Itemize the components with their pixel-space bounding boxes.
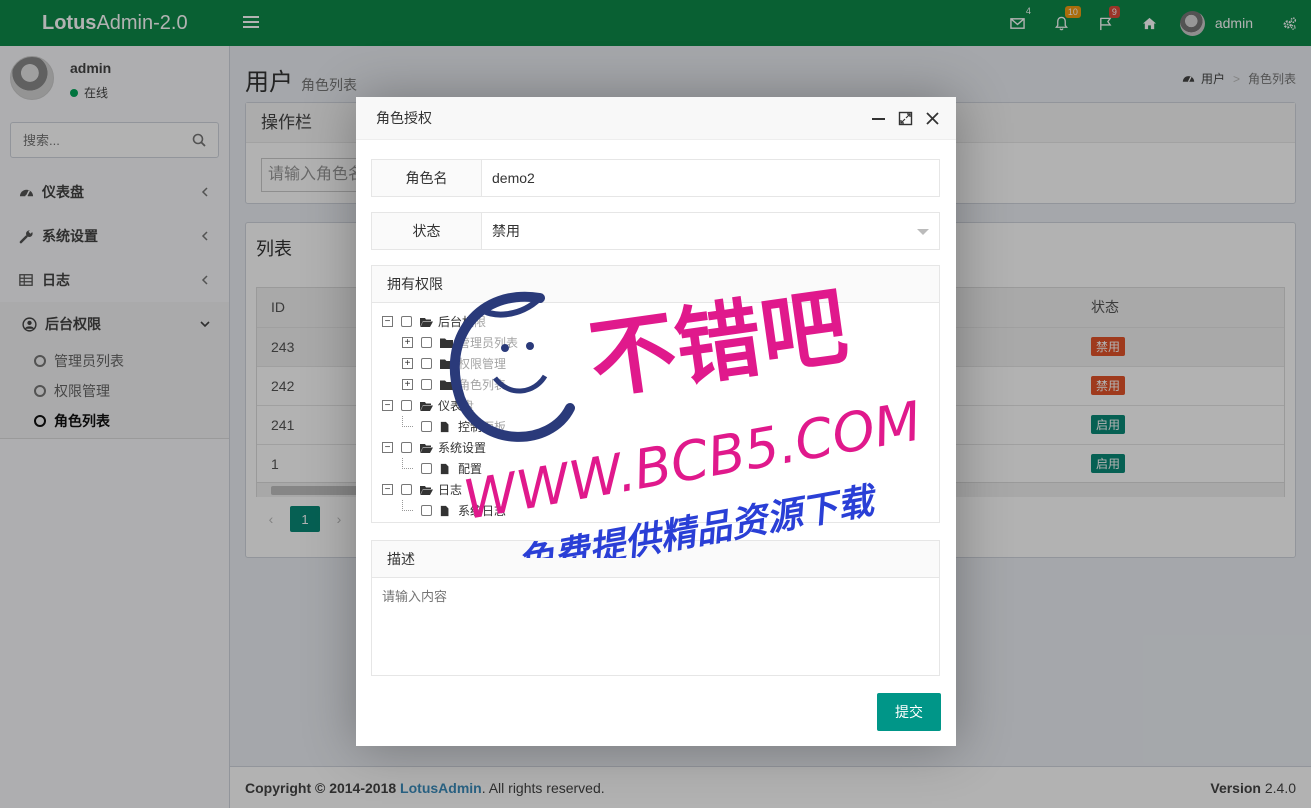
description-title: 描述 [372, 541, 939, 578]
expand-toggle[interactable]: + [402, 379, 413, 390]
folder-icon [440, 379, 453, 391]
expand-toggle[interactable]: + [402, 358, 413, 369]
tree-node: 控制面板 [382, 416, 518, 437]
folder-open-icon [420, 442, 433, 454]
permissions-title: 拥有权限 [372, 266, 939, 303]
tree-node-label[interactable]: 日志 [438, 481, 462, 498]
tree-node: − 仪表盘 [382, 395, 518, 416]
collapse-toggle[interactable]: − [382, 316, 393, 327]
status-select[interactable]: 禁用 [482, 213, 939, 249]
tree-node-label[interactable]: 权限管理 [458, 355, 506, 372]
tree-checkbox[interactable] [401, 400, 412, 411]
file-icon [440, 421, 453, 433]
status-label: 状态 [372, 213, 482, 249]
tree-checkbox[interactable] [421, 463, 432, 474]
tree-node-label[interactable]: 配置 [458, 460, 482, 477]
tree-checkbox[interactable] [401, 484, 412, 495]
tree-node-label[interactable]: 系统设置 [438, 439, 486, 456]
collapse-toggle[interactable]: − [382, 442, 393, 453]
folder-icon [440, 358, 453, 370]
description-textarea[interactable] [372, 578, 939, 675]
collapse-toggle[interactable]: − [382, 484, 393, 495]
tree-line [402, 416, 413, 427]
tree-checkbox[interactable] [421, 337, 432, 348]
tree-line [402, 458, 413, 469]
tree-node-label[interactable]: 仪表盘 [438, 397, 474, 414]
dialog-title: 角色授权 [376, 110, 432, 126]
file-icon [440, 463, 453, 475]
collapse-toggle[interactable]: − [382, 400, 393, 411]
tree-checkbox[interactable] [421, 379, 432, 390]
role-name-input[interactable]: demo2 [482, 160, 939, 196]
submit-button[interactable]: 提交 [877, 693, 941, 731]
tree-checkbox[interactable] [421, 358, 432, 369]
close-icon[interactable] [925, 111, 940, 126]
tree-checkbox[interactable] [401, 316, 412, 327]
expand-toggle[interactable]: + [402, 337, 413, 348]
tree-node: 系统日志 [382, 500, 518, 521]
folder-open-icon [420, 316, 433, 328]
tree-node: + 角色列表 [382, 374, 518, 395]
tree-node: − 后台权限 [382, 311, 518, 332]
tree-node-label[interactable]: 系统日志 [458, 502, 506, 519]
description-panel: 描述 [371, 540, 940, 676]
minimize-icon[interactable] [871, 111, 886, 126]
tree-node-label[interactable]: 后台权限 [438, 313, 486, 330]
status-row: 状态 禁用 [371, 212, 940, 250]
maximize-icon[interactable] [898, 111, 913, 126]
tree-node-label[interactable]: 角色列表 [458, 376, 506, 393]
tree-node-label[interactable]: 管理员列表 [458, 334, 518, 351]
permission-tree: − 后台权限 + 管理员列表 + 权限管理 + 角色列表 − 仪表盘 控制面板 − 系统设置… [382, 311, 518, 521]
tree-node: + 管理员列表 [382, 332, 518, 353]
folder-open-icon [420, 484, 433, 496]
status-select-value: 禁用 [492, 223, 520, 239]
role-authorization-dialog: 角色授权 角色名 demo2 状态 禁用 拥有权限 − 后台权限 + 管理员列表 +… [356, 97, 956, 746]
permissions-panel: 拥有权限 − 后台权限 + 管理员列表 + 权限管理 + 角色列表 − 仪表盘 控制面板 … [371, 265, 940, 523]
tree-node: − 日志 [382, 479, 518, 500]
tree-checkbox[interactable] [421, 505, 432, 516]
tree-node: − 系统设置 [382, 437, 518, 458]
folder-open-icon [420, 400, 433, 412]
tree-line [402, 500, 413, 511]
tree-node: + 权限管理 [382, 353, 518, 374]
folder-icon [440, 337, 453, 349]
tree-node: 配置 [382, 458, 518, 479]
caret-down-icon [917, 229, 929, 235]
tree-checkbox[interactable] [401, 442, 412, 453]
file-icon [440, 505, 453, 517]
role-name-label: 角色名 [372, 160, 482, 196]
tree-checkbox[interactable] [421, 421, 432, 432]
dialog-window-controls [871, 111, 940, 126]
tree-node-label[interactable]: 控制面板 [458, 418, 506, 435]
dialog-title-bar: 角色授权 [356, 97, 956, 140]
role-name-row: 角色名 demo2 [371, 159, 940, 197]
